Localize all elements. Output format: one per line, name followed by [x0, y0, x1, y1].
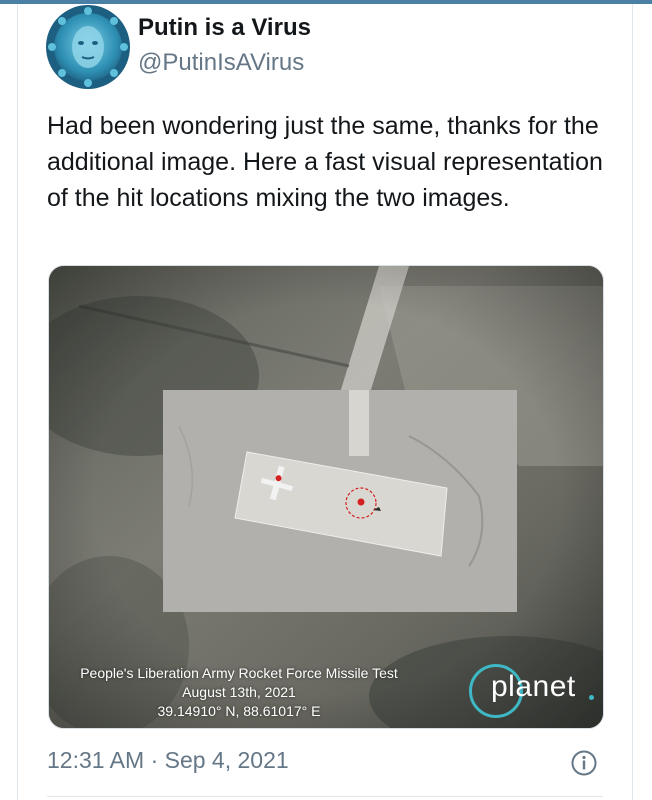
info-icon[interactable]: [570, 749, 598, 777]
tweet-media-image[interactable]: People's Liberation Army Rocket Force Mi…: [48, 265, 604, 729]
virus-avatar-icon: [46, 5, 130, 89]
left-border: [17, 4, 18, 800]
display-name[interactable]: Putin is a Virus: [138, 14, 311, 42]
tweet-timestamp[interactable]: 12:31 AM · Sep 4, 2021: [47, 747, 289, 774]
image-caption: People's Liberation Army Rocket Force Mi…: [49, 664, 429, 721]
caption-coordinates: 39.14910° N, 88.61017° E: [157, 703, 321, 719]
tweet-text: Had been wondering just the same, thanks…: [47, 112, 603, 212]
tweet-page: Putin is a Virus @PutinIsAVirus Had been…: [0, 0, 652, 800]
planet-logo: planet: [469, 664, 599, 724]
top-bar: [0, 0, 652, 4]
avatar[interactable]: [46, 5, 130, 89]
caption-date: August 13th, 2021: [182, 684, 296, 700]
satellite-image: [49, 266, 603, 728]
planet-wordmark: planet: [491, 670, 576, 703]
user-handle[interactable]: @PutinIsAVirus: [138, 49, 304, 77]
bottom-divider: [47, 796, 603, 797]
caption-title: People's Liberation Army Rocket Force Mi…: [80, 665, 398, 681]
right-border: [632, 4, 633, 800]
planet-dot-icon: [589, 695, 594, 700]
